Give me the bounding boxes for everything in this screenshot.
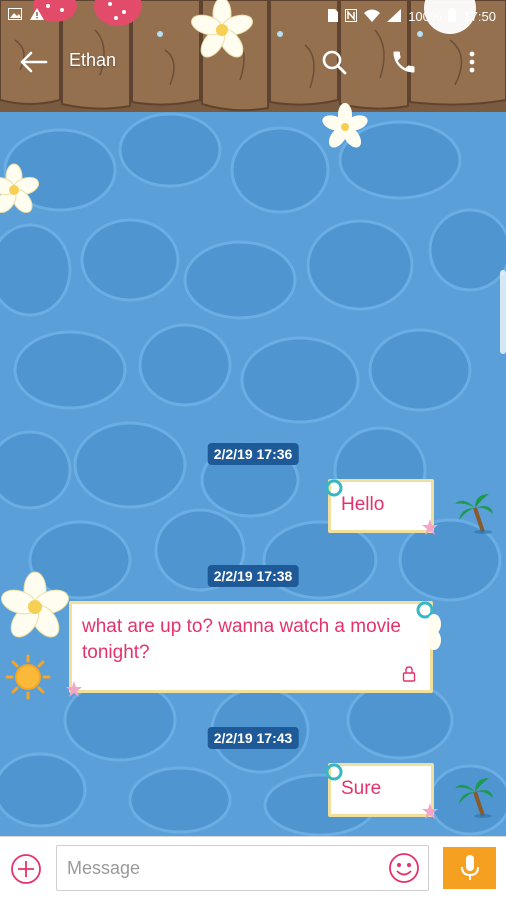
status-bar: 100% 17:50: [0, 0, 506, 32]
timestamp: 2/2/19 17:43: [207, 727, 299, 749]
flower-decoration: [325, 763, 343, 781]
starfish-decoration: [66, 681, 82, 697]
back-arrow-icon[interactable]: [18, 48, 52, 76]
incoming-message-bubble[interactable]: what are up to? wanna watch a movie toni…: [69, 601, 433, 693]
image-icon: [8, 8, 22, 23]
lock-icon: [402, 666, 416, 682]
wifi-icon: [364, 9, 381, 25]
scrollbar[interactable]: [500, 270, 506, 354]
mic-icon: [460, 855, 479, 880]
starfish-decoration: [422, 519, 438, 535]
add-icon[interactable]: [10, 853, 42, 885]
message-text: Sure: [341, 778, 382, 799]
flower-decoration: [428, 614, 441, 650]
flower-decoration: [325, 479, 343, 497]
phone-icon[interactable]: [390, 48, 418, 76]
starfish-decoration: [422, 803, 438, 819]
flower-decoration: [1, 571, 69, 638]
flower-decoration: [322, 103, 368, 148]
nfc-icon: [345, 8, 358, 25]
clock: 17:50: [463, 9, 496, 24]
message-text: Hello: [341, 494, 385, 515]
message-input[interactable]: [56, 845, 429, 891]
more-vert-icon[interactable]: [458, 48, 486, 76]
contact-name: Ethan: [69, 50, 117, 70]
palm-tree-avatar[interactable]: [455, 492, 493, 534]
warning-icon: [30, 8, 44, 23]
battery-level: 100%: [408, 9, 442, 24]
search-icon[interactable]: [320, 48, 348, 76]
conversation-toolbar: Ethan: [0, 38, 506, 84]
palm-tree-avatar[interactable]: [455, 776, 493, 818]
sim-icon: [328, 8, 339, 25]
message-composer: [0, 836, 506, 901]
mic-button[interactable]: [443, 847, 496, 889]
signal-icon: [387, 8, 402, 25]
message-text: what are up to? wanna watch a movie toni…: [82, 616, 401, 663]
flower-decoration: [0, 163, 40, 214]
emoji-icon[interactable]: [388, 852, 420, 884]
battery-icon: [448, 8, 457, 25]
timestamp: 2/2/19 17:36: [207, 443, 299, 465]
timestamp: 2/2/19 17:38: [207, 565, 299, 587]
sun-avatar[interactable]: [5, 654, 51, 700]
